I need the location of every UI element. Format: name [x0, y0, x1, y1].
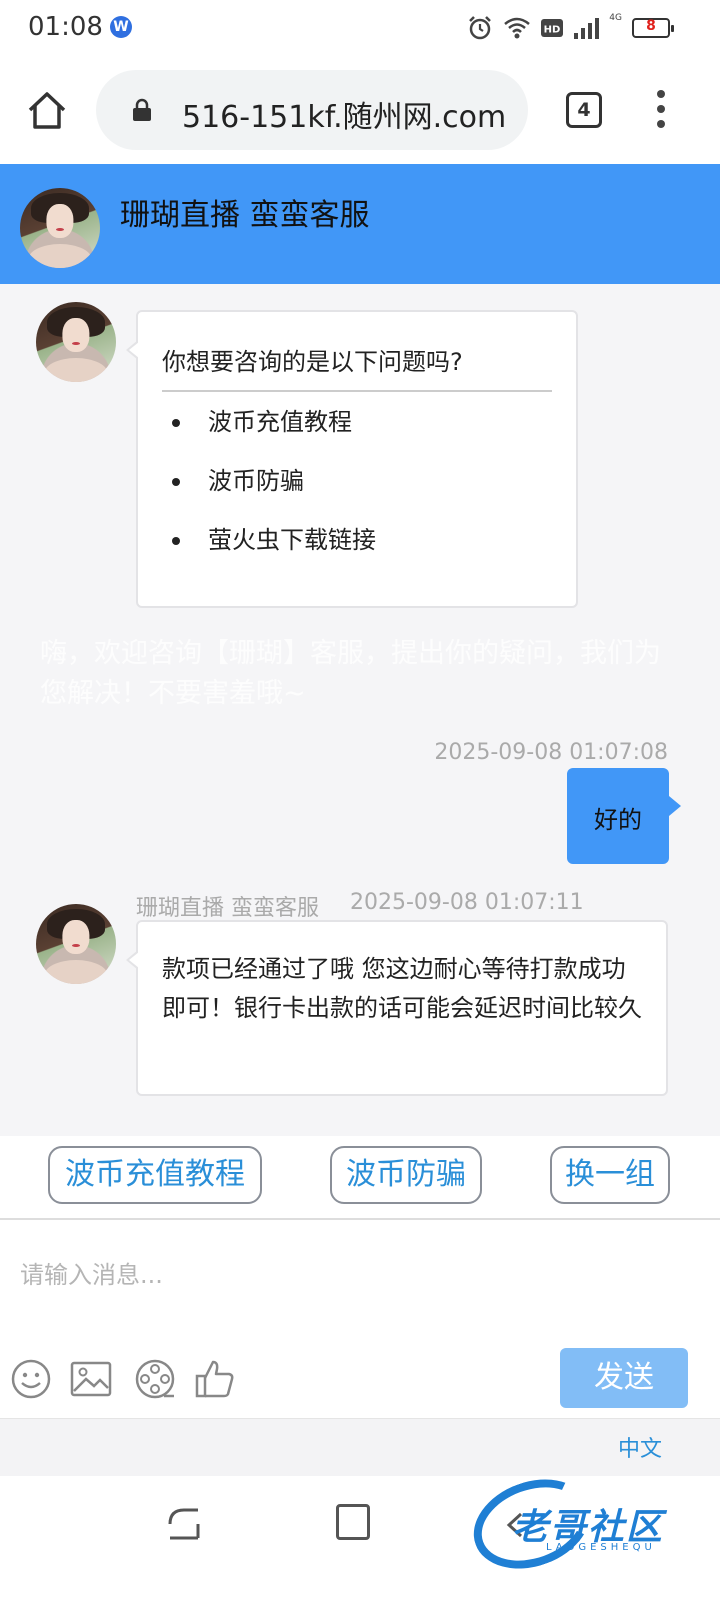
quick-reply-chip[interactable]: 波币充值教程	[48, 1146, 262, 1204]
smiley-icon[interactable]	[10, 1358, 52, 1400]
signal-icon	[574, 18, 600, 39]
watermark-subtext: LAOGESHEQU	[546, 1542, 656, 1553]
lock-icon	[133, 98, 151, 121]
faq-title: 你想要咨询的是以下问题吗?	[162, 348, 463, 376]
sender-name: 珊瑚直播 蛮蛮客服	[136, 896, 319, 921]
address-bar[interactable]: 516-151kf.随州网.com	[96, 70, 528, 150]
watermark-logo: 老哥社区 LAOGESHEQU	[461, 1464, 698, 1584]
status-time: 01:08	[28, 12, 103, 42]
faq-item[interactable]: 波币充值教程	[162, 404, 376, 463]
agent-avatar	[36, 302, 116, 382]
faq-bubble: 你想要咨询的是以下问题吗? 波币充值教程 波币防骗 萤火虫下载链接	[126, 310, 578, 608]
refresh-suggestions-chip[interactable]: 换一组	[550, 1146, 670, 1204]
user-message-text: 好的	[594, 806, 642, 834]
faq-item[interactable]: 萤火虫下载链接	[162, 522, 376, 581]
composer: 发送	[0, 1222, 720, 1418]
chat-title: 珊瑚直播 蛮蛮客服	[120, 198, 370, 233]
agent-message-text: 款项已经通过了哦 您这边耐心等待打款成功即可！银行卡出款的话可能会延迟时间比较久	[162, 955, 642, 1022]
status-bar: 01:08 W HD 4G 8	[0, 0, 720, 56]
chat-header: 珊瑚直播 蛮蛮客服	[0, 164, 720, 284]
image-icon[interactable]	[70, 1358, 112, 1400]
message-timestamp: 2025-09-08 01:07:11	[350, 890, 584, 915]
tab-switcher-button[interactable]: 4	[566, 92, 602, 128]
home-icon[interactable]	[26, 90, 68, 130]
network-type-label: 4G	[609, 13, 622, 23]
status-indicators: HD 4G 8	[467, 12, 674, 44]
alarm-icon	[469, 16, 492, 40]
svg-text:HD: HD	[544, 25, 561, 36]
browser-toolbar: 516-151kf.随州网.com 4	[0, 56, 720, 164]
quick-reply-chip[interactable]: 波币防骗	[330, 1146, 482, 1204]
faq-list: 波币充值教程 波币防骗 萤火虫下载链接	[162, 404, 376, 581]
agent-avatar	[36, 904, 116, 984]
language-bar: 中文	[0, 1418, 720, 1476]
faq-item[interactable]: 波币防骗	[162, 463, 376, 522]
agent-message-bubble: 款项已经通过了哦 您这边耐心等待打款成功即可！银行卡出款的话可能会延迟时间比较久	[126, 920, 668, 1096]
battery-icon: 8	[632, 18, 674, 38]
hd-icon: HD	[541, 19, 564, 37]
film-reel-icon[interactable]	[134, 1358, 176, 1400]
thumbs-up-icon[interactable]	[194, 1358, 236, 1400]
recent-apps-icon[interactable]	[166, 1506, 202, 1542]
chat-messages[interactable]: 你想要咨询的是以下问题吗? 波币充值教程 波币防骗 萤火虫下载链接 嗨，欢迎咨询…	[0, 284, 720, 1136]
agent-avatar	[20, 188, 100, 268]
more-menu-icon[interactable]	[654, 90, 668, 130]
battery-level: 8	[646, 18, 656, 34]
quick-reply-bar: 波币充值教程 波币防骗 换一组	[0, 1136, 720, 1220]
url-text[interactable]: 516-151kf.随州网.com	[182, 92, 506, 136]
language-switch[interactable]: 中文	[618, 1431, 662, 1463]
wifi-icon	[504, 17, 531, 39]
message-timestamp: 2025-09-08 01:07:08	[434, 740, 668, 765]
user-message-bubble: 好的	[567, 768, 681, 864]
welcome-message: 嗨，欢迎咨询【珊瑚】客服，提出你的疑问，我们为您解决！不要害羞哦~	[40, 638, 661, 709]
faq-divider	[162, 390, 552, 392]
message-input[interactable]	[20, 1240, 700, 1310]
app-notification-icon: W	[110, 16, 132, 38]
home-nav-icon[interactable]	[336, 1504, 370, 1540]
send-button[interactable]: 发送	[560, 1348, 688, 1408]
